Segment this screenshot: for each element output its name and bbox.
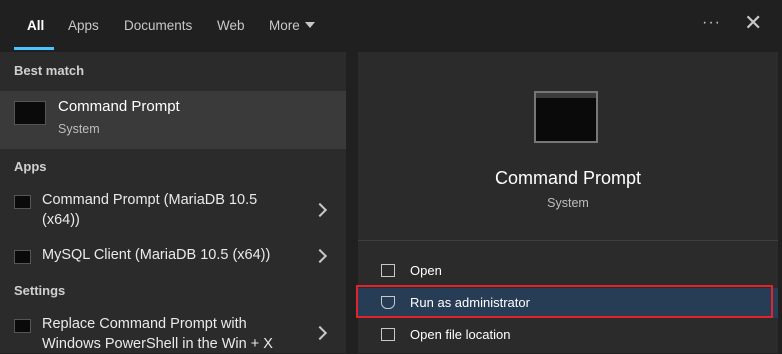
app-subtitle: System [547,196,589,210]
open-file-location-label: Open file location [410,327,511,342]
tab-apps[interactable]: Apps [68,18,99,33]
tab-more-label: More [269,18,300,33]
app-label: Command Prompt (MariaDB 10.5 (x64)) [42,192,258,228]
setting-label: Replace Command Prompt with Windows Powe… [42,316,273,352]
folder-icon [381,328,395,341]
window-titlebar [536,93,596,98]
chevron-right-icon[interactable] [312,248,328,264]
results-list: Best match Command Prompt System Apps Co… [0,52,346,353]
app-label: MySQL Client (MariaDB 10.5 (x64)) [42,247,271,263]
command-prompt-icon [534,91,598,143]
chevron-right-icon[interactable] [312,202,328,218]
settings-heading: Settings [14,283,66,298]
command-prompt-icon [14,195,31,209]
close-icon[interactable]: ✕ [744,12,762,34]
command-prompt-icon [14,101,46,125]
active-tab-indicator [14,47,54,50]
open-label: Open [410,263,442,278]
ellipsis-icon[interactable]: ··· [702,14,721,32]
open-action[interactable]: Open [358,256,778,286]
open-file-location-action[interactable]: Open file location [358,320,778,350]
settings-icon [14,319,31,333]
open-icon [381,264,395,277]
divider [358,240,778,241]
command-prompt-icon [14,250,31,264]
search-header: All Apps Documents Web More ··· ✕ [0,0,782,52]
highlight-box [356,285,773,318]
tab-documents[interactable]: Documents [124,18,192,33]
apps-heading: Apps [14,159,47,174]
tab-all[interactable]: All [27,18,44,33]
best-match-subtitle: System [58,122,100,136]
best-match-item[interactable]: Command Prompt System [0,91,346,149]
chevron-down-icon [304,22,315,28]
tab-more[interactable]: More [269,18,315,33]
chevron-right-icon[interactable] [312,325,328,341]
best-match-heading: Best match [14,63,85,78]
tab-web[interactable]: Web [217,18,245,33]
best-match-title: Command Prompt [58,98,180,115]
app-title: Command Prompt [494,168,642,188]
